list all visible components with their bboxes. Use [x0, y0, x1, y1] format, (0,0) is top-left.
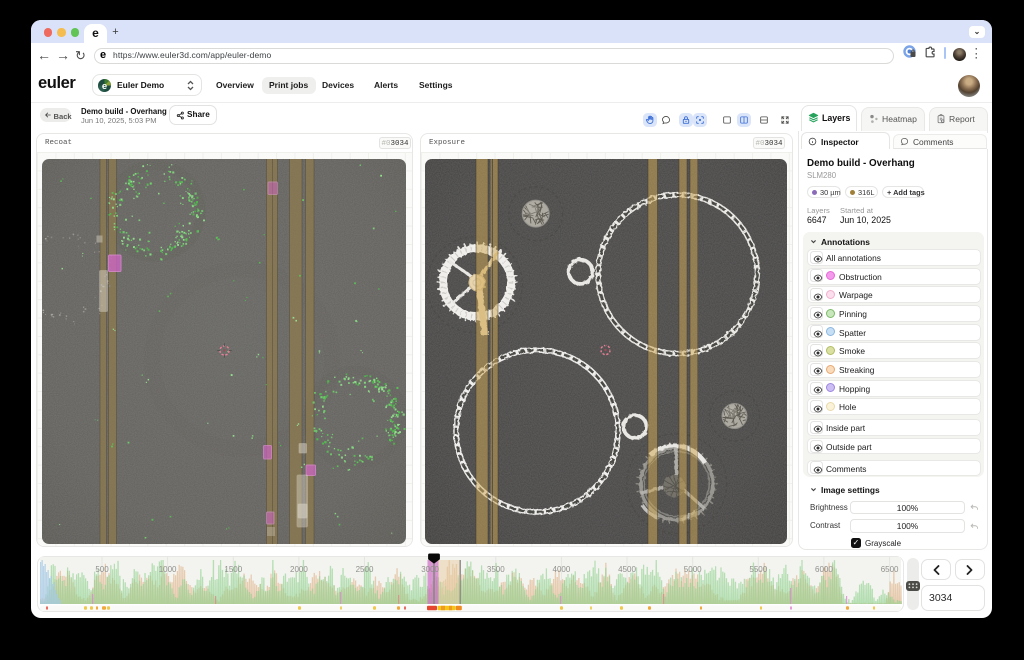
svg-text:e: e [102, 80, 107, 91]
